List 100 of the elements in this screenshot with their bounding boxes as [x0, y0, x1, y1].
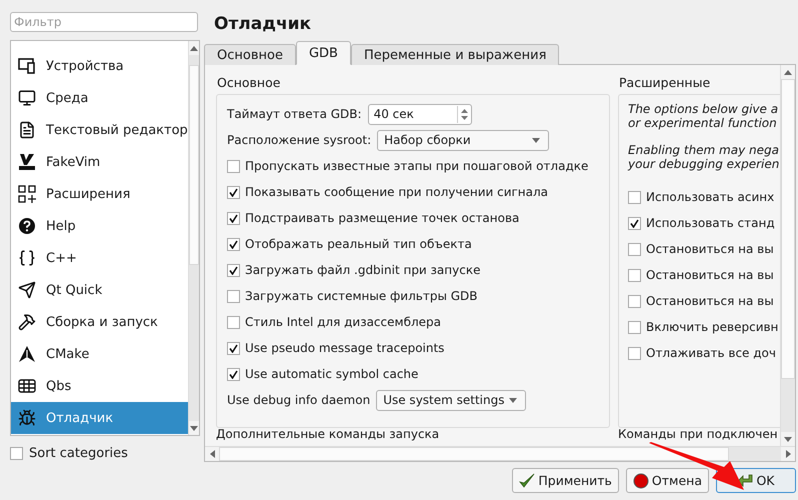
grid-icon [18, 378, 36, 394]
category-item[interactable]: Qbs [11, 370, 188, 402]
checkbox-label: Остановиться на вы [646, 242, 774, 256]
checkbox[interactable] [227, 368, 240, 380]
checkbox-label: Подстраивать размещение точек останова [245, 211, 520, 225]
checkbox[interactable] [227, 342, 240, 354]
caret-icon [509, 398, 518, 402]
field-label: Use debug info daemon [227, 393, 370, 407]
scrollbar[interactable] [780, 65, 795, 446]
group-title: Основное [216, 75, 282, 92]
arrow-icon [190, 46, 198, 50]
category-label: Расширения [46, 186, 130, 202]
checkbox[interactable] [227, 238, 240, 250]
tab[interactable]: GDB [296, 41, 351, 65]
monitor-icon [18, 89, 36, 107]
category-item[interactable]: FakeVim [11, 146, 188, 178]
category-item[interactable]: Текстовый редактор [11, 114, 188, 146]
paper-plane-icon [18, 281, 36, 299]
filter-field[interactable]: Фильтр [10, 12, 198, 32]
document-icon [18, 121, 36, 139]
checkbox[interactable] [628, 346, 641, 360]
checkbox-label: Отлаживать все доч [646, 346, 776, 360]
scrollbar[interactable] [205, 446, 795, 461]
category-item[interactable]: Расширения [11, 178, 188, 210]
checkbox[interactable] [227, 186, 240, 198]
caret-icon [784, 436, 792, 442]
apply-button[interactable]: Применить [512, 468, 619, 493]
category-label: Среда [46, 90, 88, 106]
category-item[interactable]: Отладчик [11, 402, 188, 434]
checkbox[interactable] [227, 264, 240, 276]
stop-icon [632, 472, 649, 488]
note-text: or experimental function [628, 116, 778, 130]
checkbox-label: Использовать асинх [646, 190, 774, 204]
debug-daemon-dropdown[interactable]: Use system settings [376, 390, 526, 410]
fakevim-icon [18, 153, 36, 171]
checkbox-label: Пропускать известные этапы при пошаговой отладке [245, 159, 588, 173]
caret-icon [190, 426, 198, 430]
scrollbar[interactable] [188, 41, 199, 435]
note-text: The options below give a [628, 102, 780, 116]
checkbox[interactable] [227, 316, 240, 328]
category-label: CMake [46, 346, 90, 362]
cancel-button[interactable]: Отмена [626, 468, 709, 493]
category-label: C++ [46, 250, 77, 266]
category-label: Help [46, 218, 76, 234]
checkbox-label: Остановиться на вы [646, 268, 774, 282]
checkmark-icon [519, 472, 536, 488]
category-item[interactable]: Устройства [11, 50, 188, 82]
checkbox[interactable] [628, 268, 641, 282]
category-label: Текстовый редактор [46, 122, 188, 138]
checkbox[interactable] [628, 216, 641, 230]
devices-icon [18, 58, 36, 74]
field-label: Расположение sysroot: [227, 133, 372, 147]
tab[interactable]: Основное [204, 44, 296, 65]
bug-icon [18, 409, 36, 427]
checkbox[interactable] [628, 320, 641, 334]
caret-icon [532, 138, 540, 142]
checkbox-label: Sort categories [29, 446, 128, 461]
return-arrow-icon [737, 474, 754, 488]
scrollbar-thumb[interactable] [781, 79, 795, 379]
checkbox[interactable] [628, 242, 641, 256]
section-label: Команды при подключен [618, 428, 778, 441]
spin-arrows-icon [460, 108, 468, 120]
extensions-icon [18, 185, 36, 203]
checkbox[interactable] [227, 212, 240, 224]
category-item[interactable]: C++ [11, 242, 188, 274]
category-label: Устройства [46, 58, 124, 74]
arrow-icon [210, 450, 214, 458]
checkbox-label: Использовать станд [646, 216, 775, 230]
category-item[interactable]: Сборка и запуск [11, 306, 188, 338]
category-label: Сборка и запуск [46, 314, 158, 330]
page-title: Отладчик [214, 14, 312, 36]
checkbox-label: Загружать системные фильтры GDB [245, 289, 478, 303]
timeout-spinbox[interactable]: 40 сек [368, 104, 472, 124]
category-item[interactable]: Qt Quick [11, 274, 188, 306]
checkbox[interactable] [628, 190, 641, 204]
category-item[interactable]: Help [11, 210, 188, 242]
checkbox[interactable] [227, 290, 240, 302]
category-item[interactable]: Среда [11, 82, 188, 114]
cmake-icon [18, 345, 36, 363]
checkbox-label: Остановиться на вы [646, 294, 774, 308]
checkbox-label: Включить реверсивн [646, 320, 778, 334]
scrollbar-thumb[interactable] [219, 447, 729, 461]
braces-icon [18, 249, 36, 267]
scrollbar-thumb[interactable] [188, 65, 199, 265]
checkbox-label: Стиль Intel для дизассемблера [245, 315, 441, 329]
sysroot-dropdown[interactable]: Набор сборки [377, 130, 550, 150]
category-item[interactable]: CMake [11, 338, 188, 370]
tab[interactable]: Переменные и выражения [350, 44, 560, 65]
category-label: Qt Quick [46, 282, 102, 298]
checkbox-label: Загружать файл .gdbinit при запуске [245, 263, 480, 277]
arrow-icon [784, 70, 792, 74]
checkbox[interactable] [227, 160, 240, 172]
hammer-icon [18, 313, 36, 331]
checkbox-label: Use automatic symbol cache [245, 367, 418, 381]
checkbox[interactable] [10, 447, 23, 460]
category-label: Qbs [46, 378, 72, 394]
checkbox[interactable] [628, 294, 641, 308]
category-label: Отладчик [46, 410, 114, 426]
checkbox-label: Отображать реальный тип объекта [245, 237, 472, 251]
arrow-icon [786, 450, 790, 458]
